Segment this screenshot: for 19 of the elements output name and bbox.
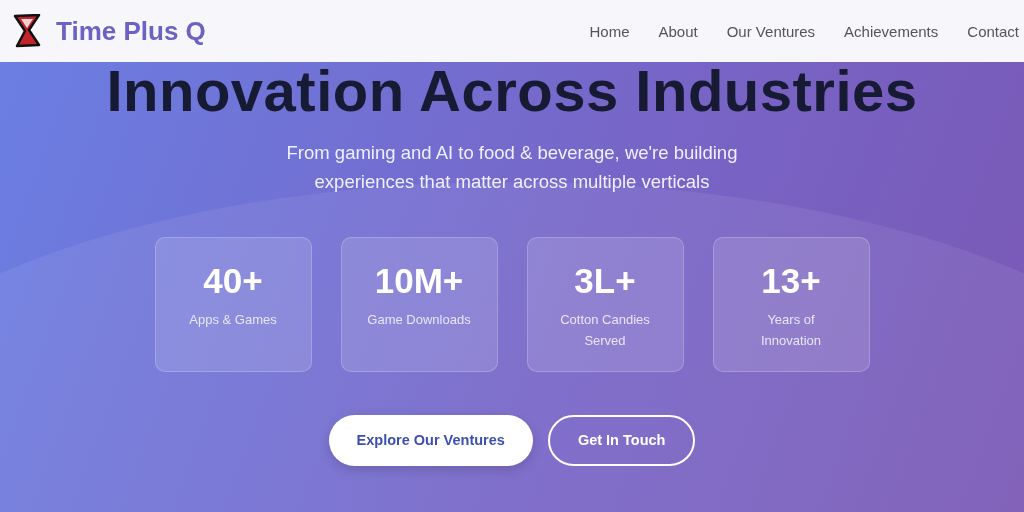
stat-value: 40+ — [203, 259, 263, 302]
stat-label: Years of Innovation — [760, 310, 822, 350]
hero-subtitle: From gaming and AI to food & beverage, we're building experiences that matter across multiple verticals — [285, 140, 739, 194]
nav-link[interactable]: Home — [589, 22, 630, 40]
stat-value: 3L+ — [574, 259, 636, 302]
contact-button[interactable]: Get In Touch — [547, 414, 696, 466]
hourglass-icon — [12, 14, 42, 48]
explore-button[interactable]: Explore Our Ventures — [328, 414, 533, 466]
nav-link[interactable]: Achievements — [844, 22, 939, 40]
nav-link[interactable]: About — [658, 22, 698, 40]
stat-label: Apps & Games — [188, 310, 278, 329]
nav-link[interactable]: Contact — [967, 22, 1019, 40]
hero-title: Innovation Across Industries — [106, 62, 918, 125]
brand-name[interactable]: Time Plus Q — [56, 15, 206, 47]
stat-value: 13+ — [761, 259, 821, 302]
stat-value: 10M+ — [374, 259, 464, 302]
stat-label: Cotton Candies Served — [559, 310, 651, 350]
stat-label: Game Downloads — [366, 310, 472, 329]
nav-link[interactable]: Our Ventures — [726, 22, 816, 40]
